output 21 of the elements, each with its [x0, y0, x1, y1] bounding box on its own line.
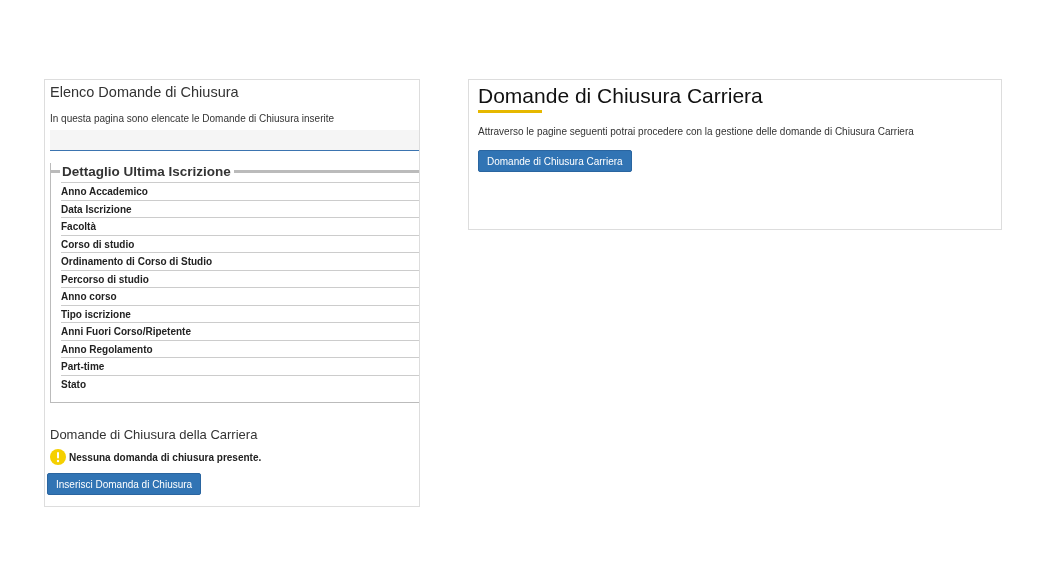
section-title: Domande di Chiusura della Carriera — [50, 427, 259, 442]
detail-row: Ordinamento di Corso di Studio — [61, 252, 419, 270]
insert-button[interactable]: Inserisci Domanda di Chiusura — [47, 473, 202, 495]
warning-icon — [50, 449, 66, 465]
detail-row: Stato — [61, 374, 419, 392]
detail-row: Data Iscrizione — [61, 199, 419, 217]
detail-row: Part-time — [61, 357, 419, 375]
detail-row: Anni Fuori Corso/Ripetente — [61, 322, 419, 340]
detail-row: Corso di studio — [61, 234, 419, 252]
detail-row: Facoltà — [61, 217, 419, 235]
detail-row: Anno Regolamento — [61, 339, 419, 357]
detail-row: Percorso di studio — [61, 269, 419, 287]
page-title: Domande di Chiusura Carriera — [478, 84, 764, 108]
detail-row: Tipo iscrizione — [61, 304, 419, 322]
panel-description: In questa pagina sono elencate le Domande di Chiusura inserite — [50, 113, 336, 124]
detail-row: Anno Accademico — [61, 182, 419, 200]
warning-message: Nessuna domanda di chiusura presente. — [69, 451, 262, 463]
page-description: Attraverso le pagine seguenti potrai procedere con la gestione delle domande di Chiusura Carriera — [478, 126, 915, 137]
detail-row: Anno corso — [61, 287, 419, 305]
panel-title: Elenco Domande di Chiusura — [50, 84, 240, 102]
open-button[interactable]: Domande di Chiusura Carriera — [478, 150, 632, 172]
